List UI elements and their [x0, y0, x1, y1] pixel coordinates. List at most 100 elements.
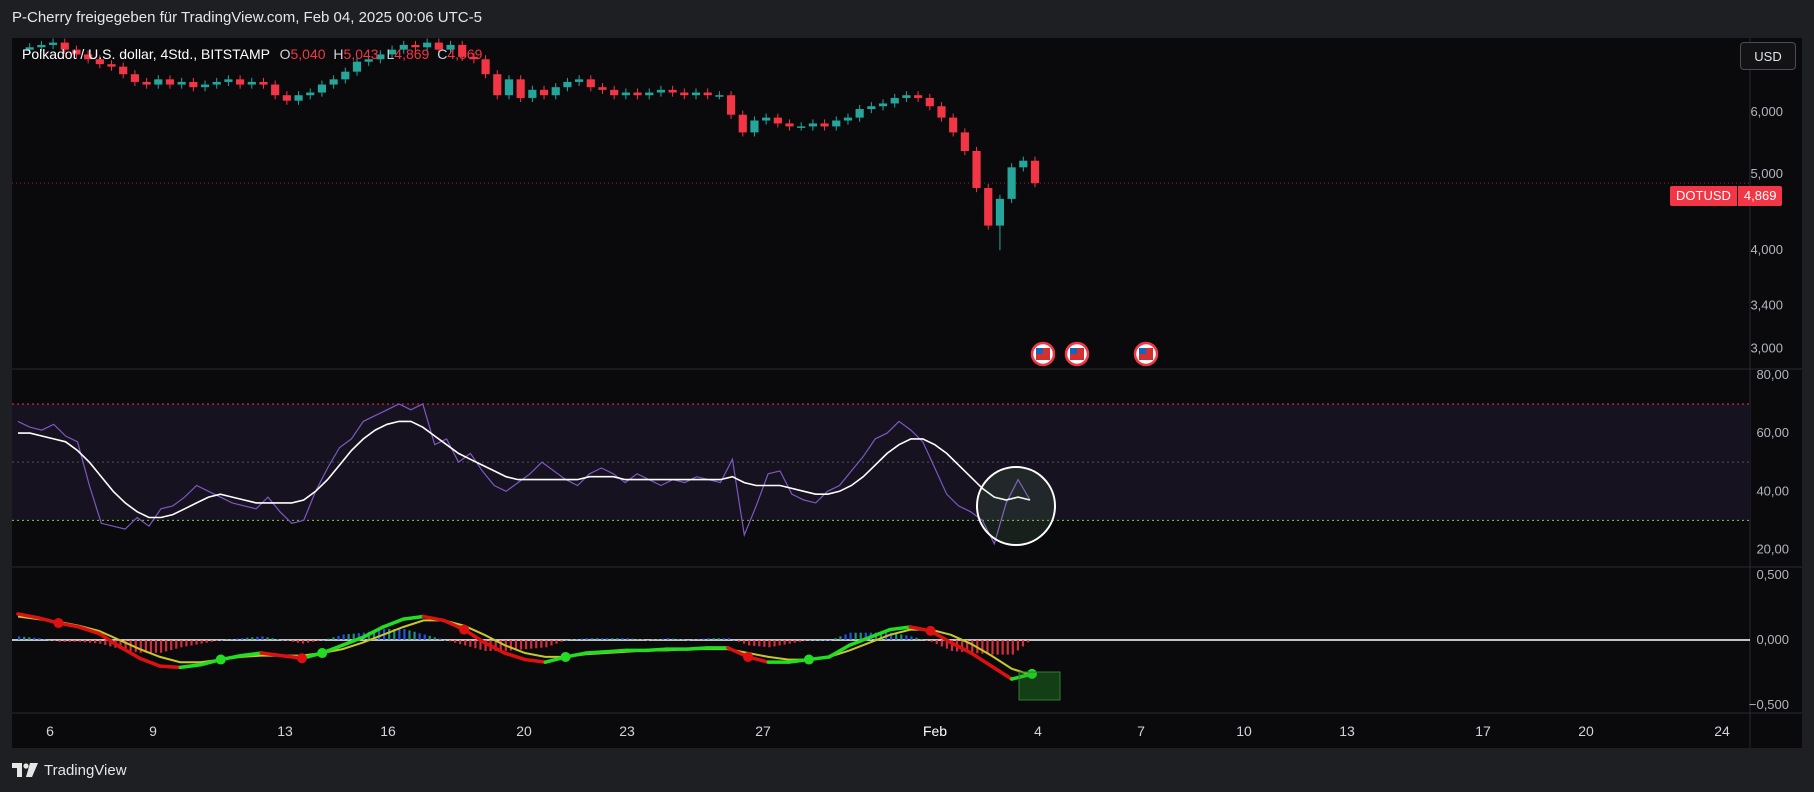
price-candle [785, 123, 794, 127]
price-candle [48, 42, 58, 45]
macd-line [644, 647, 669, 653]
macd-histogram-bar [230, 639, 234, 640]
bottom-bar [0, 748, 1814, 792]
macd-histogram-bar [525, 640, 528, 650]
macd-histogram-bar [839, 636, 842, 640]
macd-histogram-bar [585, 638, 589, 640]
macd-histogram-bar [104, 640, 107, 646]
price-candle [551, 87, 560, 96]
price-candle [995, 198, 1005, 226]
symbol-name[interactable]: Polkadot / U.S. dollar, 4Std., BITSTAMP [22, 46, 270, 62]
macd-histogram-bar [565, 640, 568, 641]
macd-histogram-bar [925, 640, 928, 641]
macd-histogram-bar [854, 632, 857, 640]
macd-axis-label: 0,000 [1756, 632, 1789, 647]
macd-histogram-bar [1016, 640, 1019, 651]
macd-histogram-bar [849, 632, 852, 640]
price-candle [563, 81, 572, 88]
macd-histogram-bar [991, 640, 994, 655]
macd-histogram-bar [651, 639, 654, 641]
macd-histogram-bar [829, 640, 832, 641]
macd-histogram-bar [443, 640, 447, 641]
macd-histogram-bar [241, 638, 244, 640]
macd-histogram-bar [824, 640, 827, 641]
macd-histogram-bar [900, 634, 903, 640]
price-candle [119, 66, 128, 75]
price-axis-label: 4,000 [1750, 242, 1783, 257]
price-axis-label: 6,000 [1750, 104, 1783, 119]
macd-histogram-bar [661, 638, 665, 640]
price-candle [317, 84, 327, 93]
macd-histogram-bar [646, 640, 649, 641]
macd-histogram-bar [626, 638, 629, 640]
time-axis-label: 20 [516, 723, 532, 739]
macd-histogram-bar [687, 640, 690, 641]
macd-histogram-bar [256, 636, 259, 640]
price-candle [165, 79, 175, 85]
price-candle [142, 81, 151, 85]
macd-histogram-bar [48, 640, 51, 641]
price-badge-price: 4,869 [1737, 186, 1783, 206]
price-candle [750, 120, 759, 133]
macd-histogram-bar [1011, 640, 1014, 655]
macd-histogram-bar [78, 640, 82, 642]
macd-histogram-bar [403, 629, 406, 640]
low-value: 4,869 [394, 46, 430, 62]
macd-line [137, 656, 162, 668]
macd-histogram-bar [327, 638, 330, 640]
macd-histogram-bar [555, 640, 558, 644]
macd-histogram-bar [727, 638, 730, 640]
tradingview-logo[interactable]: TradingView [12, 760, 127, 780]
macd-histogram-bar [68, 640, 71, 642]
macd-histogram-bar [53, 640, 56, 641]
macd-histogram-bar [631, 638, 634, 640]
macd-cross-dot [215, 654, 226, 665]
macd-histogram-bar [73, 640, 76, 642]
time-axis-label: 13 [1339, 723, 1355, 739]
price-candle [329, 79, 338, 85]
time-axis-label: 17 [1475, 723, 1491, 739]
macd-line [888, 625, 913, 632]
price-candle [504, 79, 514, 96]
macd-histogram-bar [38, 638, 41, 640]
price-candle [832, 120, 841, 127]
macd-histogram-bar [570, 639, 573, 641]
macd-histogram-bar [656, 639, 660, 640]
macd-histogram-bar [910, 636, 913, 640]
macd-histogram-bar [788, 640, 791, 644]
macd-histogram-bar [844, 634, 847, 640]
macd-histogram-bar [408, 630, 411, 640]
macd-histogram-bar [205, 640, 208, 643]
chart-canvas[interactable]: 7,0006,0005,0004,0003,4003,00080,0060,00… [0, 0, 1814, 792]
macd-histogram-bar [195, 640, 198, 645]
price-candle [598, 87, 607, 90]
price-candle [715, 95, 724, 97]
symbol-legend[interactable]: Polkadot / U.S. dollar, 4Std., BITSTAMP … [22, 46, 482, 62]
macd-histogram-bar [753, 640, 756, 646]
time-axis-label: Feb [923, 723, 947, 739]
macd-histogram-bar [149, 640, 153, 653]
time-axis-label: 20 [1578, 723, 1594, 739]
macd-histogram-bar [58, 640, 61, 642]
time-axis-label: 6 [46, 723, 54, 739]
price-badge: DOTUSD 4,869 [1670, 186, 1783, 206]
macd-histogram-bar [722, 638, 725, 640]
time-axis-label: 16 [380, 723, 396, 739]
price-candle [890, 97, 899, 104]
time-axis-label: 24 [1714, 723, 1730, 739]
currency-button[interactable]: USD [1740, 42, 1796, 70]
macd-histogram-bar [768, 640, 771, 648]
macd-cross-dot [53, 618, 64, 629]
price-candle [224, 79, 233, 82]
macd-histogram-bar [276, 639, 279, 640]
macd-histogram-bar [763, 640, 766, 647]
price-candle [341, 71, 350, 80]
tradingview-brand: TradingView [44, 761, 127, 779]
price-candle [914, 95, 923, 98]
macd-histogram-bar [225, 639, 229, 641]
macd-histogram-bar [474, 640, 477, 649]
macd-histogram-bar [677, 639, 680, 640]
price-candle [645, 92, 654, 96]
macd-histogram-bar [778, 640, 781, 646]
price-candle [680, 92, 689, 96]
